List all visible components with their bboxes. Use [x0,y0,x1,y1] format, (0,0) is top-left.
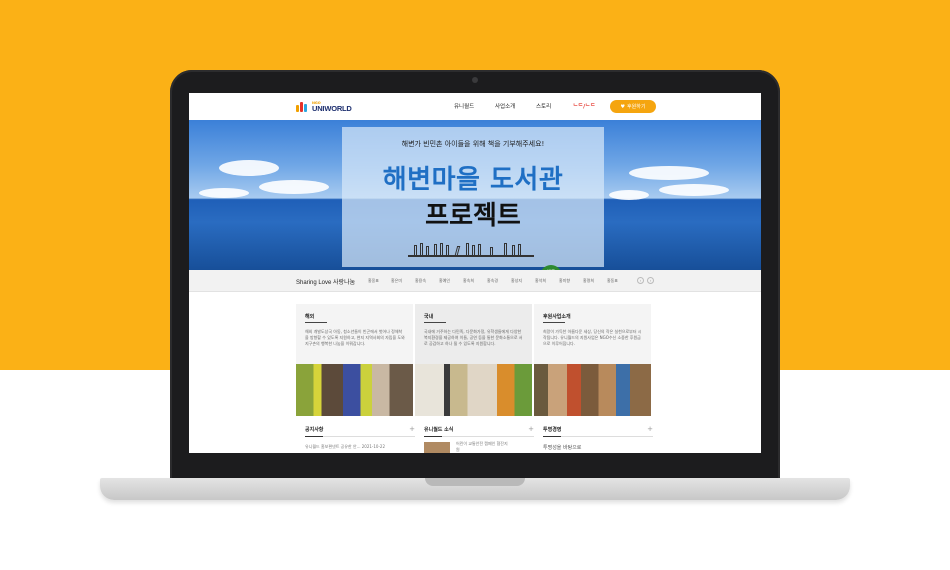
transparency-box[interactable]: 투명경영 + 투명성을 바탕으로 [543,423,653,453]
box-divider-accent [305,436,323,437]
box-divider-accent [424,436,442,437]
card-photo [534,364,651,416]
donor-name: 홍석희 [535,278,547,283]
bookshelf-icon [408,243,534,257]
donor-name: 홍미향 [559,278,571,283]
laptop-notch [425,478,525,486]
news-thumbnail[interactable] [424,442,450,453]
donor-name: 홍성지 [511,278,523,283]
notice-box[interactable]: 공지사항 + 유니월드 홈보편넷트 공유한 안... 2021-10-22 [305,423,415,453]
card-description: 국내에 거주하는 다민족, 다문화가정, 유학생들에게 다양한 복지환경을 제공… [424,329,523,346]
hero-subtitle: 해변가 빈민촌 아이들을 위해 책을 기부해주세요! [401,140,545,148]
logo-text: UNIWORLD [312,104,352,113]
card-support[interactable]: 후원사업소개 희망이 가득찬 아름다운 세상, 당신의 작은 실천으로부터 시작… [534,304,651,416]
cloud [199,188,249,198]
card-divider [543,322,565,323]
card-title: 해외 [305,314,315,320]
laptop-screen: NGO UNIWORLD 유니월드 사업소개 스토리 ᄂᄃ/ᄂᄃ ♥ 후원하기 … [189,93,761,453]
plus-icon[interactable]: + [528,425,534,433]
donor-name: 홍숙희 [463,278,475,283]
cloud [219,160,279,176]
news-box[interactable]: 유니월드 소식 + 어린이 교통안전 캠페인 협잔지 원 [424,423,534,453]
transparency-item[interactable]: 투명성을 바탕으로 [543,444,581,451]
card-description: 해외 개발도상국 아동, 청소년들이 빈곤에서 벗어나 정체착을 방향할 수 있… [305,329,405,346]
nav-uniworld[interactable]: 유니월드 [454,102,474,110]
donate-label: 후원하기 [627,104,646,110]
cloud [659,184,729,196]
card-title: 국내 [424,314,434,320]
heart-icon: ♥ [620,103,626,110]
hero-title-line1: 해변마을 도서관 [382,165,564,195]
card-divider [305,322,327,323]
card-photo [296,364,413,416]
nav-business[interactable]: 사업소개 [495,102,515,110]
sharing-title: Sharing Love 사랑나눔 [296,280,356,286]
news-item-cont: 원 [456,447,460,452]
hero-title-line2: 프로젝트 [425,201,521,231]
donor-name: 홍숙경 [487,278,499,283]
donor-name: 홍예인 [439,278,451,283]
card-description: 희망이 가득찬 아름다운 세상, 당신의 작은 실천으로부터 시작됩니다. 유니… [543,329,642,346]
box-divider-accent [543,436,561,437]
cloud [259,180,329,194]
plus-icon[interactable]: + [647,425,653,433]
donor-name: 홍용숙 [415,278,427,283]
box-title: 투명경영 [543,427,562,433]
site-header: NGO UNIWORLD 유니월드 사업소개 스토리 ᄂᄃ/ᄂᄃ ♥ 후원하기 [189,93,761,120]
card-domestic[interactable]: 국내 국내에 거주하는 다민족, 다문화가정, 유학생들에게 다양한 복지환경을… [415,304,532,416]
camera-icon [472,77,478,83]
nav-story[interactable]: 스토리 [536,102,551,110]
card-divider [424,322,446,323]
cloud [629,166,709,180]
box-title: 유니월드 소식 [424,427,454,433]
nav-extra[interactable]: ᄂᄃ/ᄂᄃ [573,102,595,110]
hero-panel: 해변가 빈민촌 아이들을 위해 책을 기부해주세요! 해변마을 도서관 프로젝트 [342,127,604,267]
card-overseas[interactable]: 해외 해외 개발도상국 아동, 청소년들이 빈곤에서 벗어나 정체착을 방향할 … [296,304,413,416]
hero-banner[interactable]: 해변가 빈민촌 아이들을 위해 책을 기부해주세요! 해변마을 도서관 프로젝트… [189,120,761,270]
box-title: 공지사항 [305,427,324,433]
plus-icon[interactable]: + [409,425,415,433]
donor-name: 홍동표 [607,278,619,283]
donor-name: 홍은미 [391,278,403,283]
donor-name: 홍옹표 [368,278,380,283]
donor-name: 홍명희 [583,278,595,283]
prev-arrow-icon[interactable]: ‹ [637,277,644,284]
notice-item[interactable]: 유니월드 홈보편넷트 공유한 안... 2021-10-22 [305,444,385,450]
card-title: 후원사업소개 [543,314,571,320]
donate-button[interactable]: ♥ 후원하기 [610,100,656,113]
next-arrow-icon[interactable]: › [647,277,654,284]
news-item[interactable]: 어린이 교통안전 캠페인 협잔지 [456,441,508,447]
logo-mark-icon [296,102,310,112]
cloud [609,190,649,200]
sharing-strip: Sharing Love 사랑나눔 홍옹표 홍은미 홍용숙 홍예인 홍숙희 홍숙… [189,270,761,292]
logo[interactable]: NGO UNIWORLD [296,101,352,113]
card-photo [415,364,532,416]
